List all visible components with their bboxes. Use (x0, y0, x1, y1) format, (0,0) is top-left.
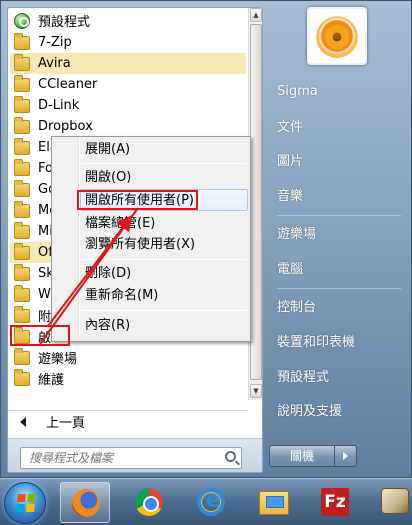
taskbar-chrome-button[interactable] (124, 482, 174, 523)
folder-icon (14, 32, 30, 50)
right-item-devices-printers[interactable]: 裝置和印表機 (271, 329, 407, 357)
taskbar-firefox-button[interactable] (60, 482, 110, 523)
right-separator (277, 288, 401, 289)
app-icon (381, 488, 409, 514)
context-separator (82, 310, 246, 311)
scroll-up-arrow-icon[interactable]: ▲ (250, 8, 262, 22)
folder-icon (14, 368, 30, 386)
context-separator (82, 163, 246, 164)
folder-item-avira[interactable]: Avira (10, 53, 246, 74)
folder-item-games[interactable]: 遊樂場 (10, 347, 246, 368)
folder-icon (14, 95, 30, 113)
firefox-icon (72, 489, 100, 517)
chrome-icon (135, 488, 163, 516)
context-item-delete[interactable]: 刪除(D) (82, 263, 248, 285)
program-item-default-programs[interactable]: 預設程式 (10, 10, 246, 31)
taskbar-filezilla-button[interactable]: Fz (310, 482, 360, 523)
context-item-explorer[interactable]: 檔案總管(E) (82, 213, 248, 235)
user-picture-avatar[interactable] (307, 7, 367, 65)
folder-icon (14, 158, 30, 176)
start-button-icon[interactable] (4, 482, 46, 524)
search-input[interactable]: 搜尋程式及檔案 (20, 447, 242, 469)
folder-icon (14, 179, 30, 197)
folder-item-maintenance[interactable]: 維護 (10, 368, 246, 389)
annotation-highlight-open-all-users (77, 190, 198, 210)
folder-icon (14, 74, 30, 92)
context-separator (82, 259, 246, 260)
right-item-music[interactable]: 音樂 (271, 183, 407, 211)
right-separator (277, 215, 401, 216)
right-item-help-support[interactable]: 說明及支援 (271, 398, 407, 426)
context-item-properties[interactable]: 內容(R) (82, 315, 248, 337)
taskbar-explorer-button[interactable] (248, 482, 298, 523)
right-item-pictures[interactable]: 圖片 (271, 148, 407, 176)
folder-icon (14, 284, 30, 302)
folder-icon (14, 53, 30, 71)
folder-icon (14, 116, 30, 134)
folder-item-7zip[interactable]: 7-Zip (10, 32, 246, 53)
right-item-documents[interactable]: 文件 (271, 114, 407, 142)
default-programs-icon (14, 12, 30, 29)
taskbar: Fz (0, 478, 412, 525)
annotation-highlight-startup-folder (10, 325, 70, 346)
context-item-open[interactable]: 開啟(O) (82, 167, 248, 189)
shutdown-options-arrow-icon[interactable] (335, 445, 357, 467)
filezilla-icon: Fz (321, 488, 349, 516)
folder-icon (14, 305, 30, 323)
context-item-rename[interactable]: 重新命名(M) (82, 285, 248, 307)
search-area: 搜尋程式及檔案 (8, 438, 262, 472)
folder-icon (14, 137, 30, 155)
back-arrow-icon (20, 416, 26, 427)
context-item-explore-all-users[interactable]: 瀏覽所有使用者(X) (82, 234, 248, 256)
shutdown-button[interactable]: 關機 (269, 445, 335, 467)
right-item-default-programs[interactable]: 預設程式 (271, 364, 407, 392)
scroll-down-arrow-icon[interactable]: ▼ (250, 384, 262, 398)
folder-item-dropbox[interactable]: Dropbox (10, 116, 246, 137)
internet-explorer-icon (197, 488, 225, 516)
folder-icon (14, 263, 30, 281)
folder-item-ccleaner[interactable]: CCleaner (10, 74, 246, 95)
windows-explorer-icon (259, 491, 289, 515)
search-icon[interactable] (225, 451, 236, 462)
taskbar-app-button[interactable] (370, 482, 412, 523)
folder-item-dlink[interactable]: D-Link (10, 95, 246, 116)
taskbar-ie-button[interactable] (186, 482, 236, 523)
right-item-games[interactable]: 遊樂場 (271, 221, 407, 249)
folder-icon (14, 242, 30, 260)
right-item-computer[interactable]: 電腦 (271, 256, 407, 284)
folder-icon (14, 221, 30, 239)
right-item-user-folder[interactable]: Sigma (271, 78, 407, 106)
scroll-thumb[interactable] (250, 24, 262, 380)
right-item-control-panel[interactable]: 控制台 (271, 294, 407, 322)
folder-icon (14, 200, 30, 218)
context-item-expand[interactable]: 展開(A) (82, 139, 248, 161)
folder-icon (14, 347, 30, 365)
context-menu: 展開(A) 開啟(O) 開啟所有使用者(P) 檔案總管(E) 瀏覽所有使用者(X… (51, 136, 251, 342)
back-button[interactable]: 上一頁 (8, 410, 248, 432)
